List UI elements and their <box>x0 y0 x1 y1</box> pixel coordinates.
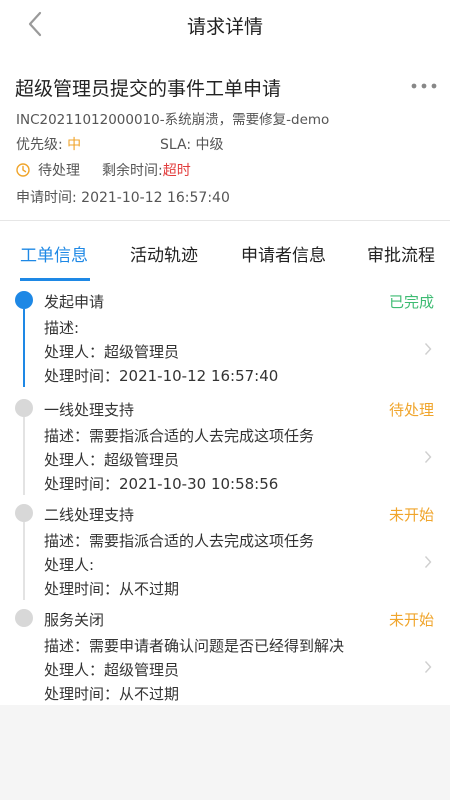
step-connector <box>23 522 25 600</box>
step-time: 处理时间：2021-10-12 16:57:40 <box>44 367 279 385</box>
step-dot <box>15 399 33 417</box>
step-name: 服务关闭 <box>44 611 105 629</box>
status-text: 待处理 <box>38 163 80 179</box>
sla-value: 中级 <box>195 137 224 153</box>
timeline-step[interactable]: 服务关闭 未开始 描述：需要申请者确认问题是否已经得到解决 处理人：超级管理员 … <box>0 599 450 705</box>
ticket-header: 超级管理员提交的事件工单申请 INC20211012000010-系统崩溃，需要… <box>0 48 450 220</box>
nav-bar: 请求详情 <box>0 0 450 48</box>
step-connector <box>23 417 25 495</box>
tab-approval-flow[interactable]: 审批流程 <box>367 241 435 266</box>
timeline-step[interactable]: 一线处理支持 待处理 描述：需要指派合适的人去完成这项任务 处理人：超级管理员 … <box>0 389 450 495</box>
remaining-label: 剩余时间: <box>102 163 163 179</box>
chevron-right-icon[interactable] <box>424 660 432 674</box>
remaining-value: 超时 <box>162 163 191 179</box>
chevron-right-icon[interactable] <box>424 342 432 356</box>
tab-bar: 工单信息 活动轨迹 申请者信息 审批流程 <box>0 221 450 281</box>
step-dot <box>15 609 33 627</box>
step-description: 描述：需要申请者确认问题是否已经得到解决 <box>44 637 345 655</box>
step-handler: 处理人：超级管理员 <box>44 451 180 469</box>
step-dot <box>15 291 33 309</box>
sla-row: SLA: 中级 <box>160 134 224 154</box>
step-handler: 处理人: <box>44 556 95 574</box>
step-name: 发起申请 <box>44 293 105 311</box>
step-time: 处理时间：2021-10-30 10:58:56 <box>44 475 279 493</box>
timeline-step[interactable]: 二线处理支持 未开始 描述：需要指派合适的人去完成这项任务 处理人: 处理时间：… <box>0 494 450 600</box>
step-dot <box>15 504 33 522</box>
clock-icon <box>16 163 30 177</box>
apply-time-label: 申请时间: <box>16 190 77 206</box>
approval-timeline: 发起申请 已完成 描述: 处理人：超级管理员 处理时间：2021-10-12 1… <box>0 281 450 705</box>
priority-row: 优先级: 中 <box>16 134 81 154</box>
chevron-right-icon[interactable] <box>424 450 432 464</box>
step-description: 描述：需要指派合适的人去完成这项任务 <box>44 532 315 550</box>
ticket-title: 超级管理员提交的事件工单申请 <box>15 78 282 100</box>
step-status: 已完成 <box>388 293 434 311</box>
timeline-step[interactable]: 发起申请 已完成 描述: 处理人：超级管理员 处理时间：2021-10-12 1… <box>0 281 450 387</box>
priority-label: 优先级: <box>16 137 63 153</box>
step-handler: 处理人：超级管理员 <box>44 343 180 361</box>
step-status: 待处理 <box>388 401 434 419</box>
step-time: 处理时间：从不过期 <box>44 580 180 598</box>
apply-time-value: 2021-10-12 16:57:40 <box>81 190 230 206</box>
sla-label: SLA: <box>160 137 192 153</box>
status-row: 待处理 剩余时间: 超时 <box>16 160 191 180</box>
step-name: 一线处理支持 <box>44 401 135 419</box>
step-description: 描述: <box>44 319 80 337</box>
ticket-subtitle: INC20211012000010-系统崩溃，需要修复-demo <box>16 112 330 128</box>
more-options-icon[interactable] <box>410 81 438 91</box>
apply-time-row: 申请时间: 2021-10-12 16:57:40 <box>16 187 230 207</box>
step-status: 未开始 <box>388 506 434 524</box>
tab-ticket-info[interactable]: 工单信息 <box>20 241 88 266</box>
tab-activity[interactable]: 活动轨迹 <box>130 241 198 266</box>
step-time: 处理时间：从不过期 <box>44 685 180 703</box>
step-name: 二线处理支持 <box>44 506 135 524</box>
step-connector <box>23 309 25 387</box>
page-title: 请求详情 <box>186 16 263 38</box>
chevron-right-icon[interactable] <box>424 555 432 569</box>
tab-requester-info[interactable]: 申请者信息 <box>241 241 326 266</box>
priority-value: 中 <box>67 137 82 153</box>
step-description: 描述：需要指派合适的人去完成这项任务 <box>44 427 315 445</box>
step-status: 未开始 <box>388 611 434 629</box>
step-handler: 处理人：超级管理员 <box>44 661 180 679</box>
